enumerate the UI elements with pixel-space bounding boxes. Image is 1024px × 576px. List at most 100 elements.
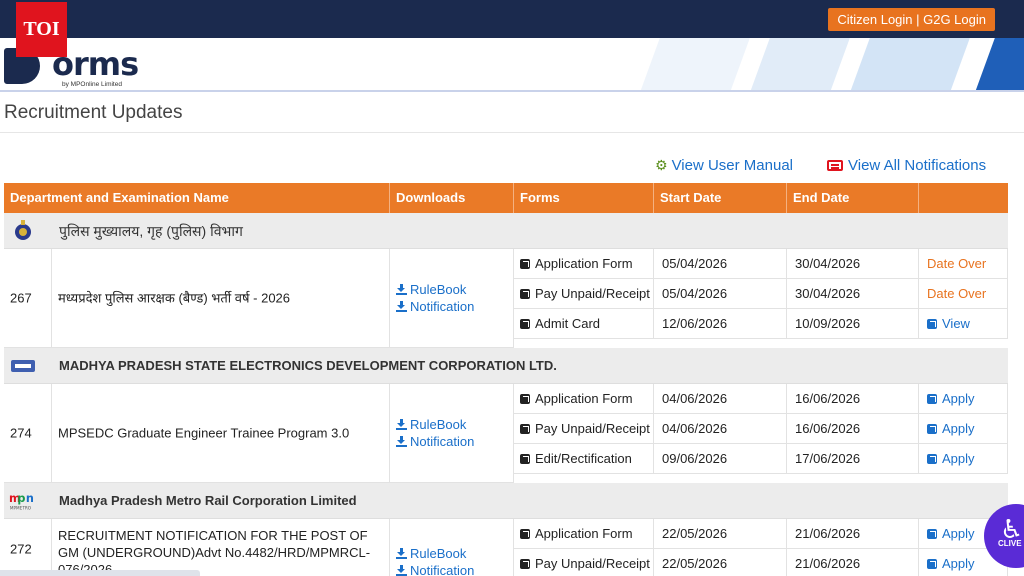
rulebook-label: RuleBook	[410, 417, 467, 432]
form-row: Pay Unpaid/Receipt 22/05/2026 21/06/2026…	[514, 549, 1008, 576]
form-link[interactable]: Application Form	[514, 249, 654, 279]
external-link-icon	[520, 454, 530, 464]
end-date: 30/04/2026	[787, 249, 919, 279]
view-all-notifications-label: View All Notifications	[848, 157, 987, 174]
form-row: Edit/Rectification 09/06/2026 17/06/2026…	[514, 444, 1008, 474]
banner-stripe	[850, 38, 970, 90]
table-header: Department and Examination Name Download…	[4, 183, 1008, 213]
view-all-notifications-link[interactable]: View All Notifications	[827, 157, 986, 177]
department-row: m p n MPMETRO Madhya Pradesh Metro Rail …	[4, 483, 1008, 519]
download-icon	[396, 419, 407, 430]
form-row: Application Form 22/05/2026 21/06/2026 A…	[514, 519, 1008, 549]
download-icon	[396, 565, 407, 576]
start-date: 05/04/2026	[654, 249, 787, 279]
exam-number: 267	[10, 290, 32, 306]
external-link-icon	[520, 289, 530, 299]
download-icon	[396, 436, 407, 447]
column-header-department: Department and Examination Name	[4, 183, 390, 213]
external-link-icon	[520, 529, 530, 539]
apply-button[interactable]: Apply	[919, 384, 1008, 414]
view-user-manual-link[interactable]: ⚙ View User Manual	[655, 157, 793, 177]
table-row: 272 RECRUITMENT NOTIFICATION FOR THE POS…	[4, 519, 1008, 576]
end-date: 21/06/2026	[787, 519, 919, 549]
start-date: 05/04/2026	[654, 279, 787, 309]
date-over-status: Date Over	[919, 249, 1008, 279]
external-link-icon	[520, 394, 530, 404]
police-emblem-icon	[8, 219, 38, 243]
metro-logo-icon: m p n MPMETRO	[8, 489, 38, 513]
external-link-icon	[927, 454, 937, 464]
apply-button[interactable]: Apply	[919, 444, 1008, 474]
form-link[interactable]: Pay Unpaid/Receipt	[514, 414, 654, 444]
rulebook-download-link[interactable]: RuleBook	[396, 416, 507, 433]
logo-subtitle: by MPOnline Limited	[62, 81, 122, 88]
column-header-downloads: Downloads	[390, 183, 514, 213]
form-row: Pay Unpaid/Receipt 04/06/2026 16/06/2026…	[514, 414, 1008, 444]
banner-stripe	[975, 38, 1024, 90]
end-date: 10/09/2026	[787, 309, 919, 339]
title-divider	[0, 132, 1024, 133]
start-date: 12/06/2026	[654, 309, 787, 339]
exam-name: RECRUITMENT NOTIFICATION FOR THE POST OF…	[58, 528, 371, 576]
form-link[interactable]: Application Form	[514, 519, 654, 549]
notification-card-icon	[827, 160, 843, 171]
banner-stripe	[750, 38, 850, 90]
department-row: MADHYA PRADESH STATE ELECTRONICS DEVELOP…	[4, 348, 1008, 384]
department-name: MADHYA PRADESH STATE ELECTRONICS DEVELOP…	[59, 358, 557, 373]
page-title: Recruitment Updates	[4, 102, 183, 123]
external-link-icon	[927, 559, 937, 569]
column-header-action	[919, 183, 1008, 213]
apply-button[interactable]: Apply	[919, 414, 1008, 444]
metro-logo-text: MPMETRO	[10, 505, 32, 510]
start-date: 04/06/2026	[654, 414, 787, 444]
toi-badge: TOI	[16, 2, 67, 57]
department-name: पुलिस मुख्यालय, गृह (पुलिस) विभाग	[59, 223, 243, 239]
download-icon	[396, 284, 407, 295]
form-link[interactable]: Edit/Rectification	[514, 444, 654, 474]
column-header-end-date: End Date	[787, 183, 919, 213]
form-link[interactable]: Pay Unpaid/Receipt	[514, 279, 654, 309]
start-date: 04/06/2026	[654, 384, 787, 414]
notification-download-link[interactable]: Notification	[396, 433, 507, 450]
form-link[interactable]: Pay Unpaid/Receipt	[514, 549, 654, 576]
browser-status-bar	[0, 570, 200, 576]
notification-label: Notification	[410, 563, 475, 576]
exam-number: 272	[10, 541, 32, 556]
notification-download-link[interactable]: Notification	[396, 562, 507, 576]
external-link-icon	[927, 529, 937, 539]
column-header-start-date: Start Date	[654, 183, 787, 213]
gears-icon: ⚙	[655, 157, 668, 173]
end-date: 16/06/2026	[787, 384, 919, 414]
exam-name: मध्यप्रदेश पुलिस आरक्षक (बैण्ड) भर्ती वर…	[58, 290, 291, 306]
exam-number: 274	[10, 425, 32, 441]
external-link-icon	[520, 319, 530, 329]
external-link-icon	[927, 394, 937, 404]
department-row: पुलिस मुख्यालय, गृह (पुलिस) विभाग	[4, 213, 1008, 249]
mpsedc-logo-icon	[8, 354, 38, 378]
rulebook-download-link[interactable]: RuleBook	[396, 281, 507, 298]
notification-download-link[interactable]: Notification	[396, 298, 507, 315]
site-banner: orms by MPOnline Limited	[0, 38, 1024, 92]
view-button[interactable]: View	[919, 309, 1008, 339]
start-date: 09/06/2026	[654, 444, 787, 474]
department-name: Madhya Pradesh Metro Rail Corporation Li…	[59, 493, 357, 508]
rulebook-label: RuleBook	[410, 546, 467, 561]
column-header-forms: Forms	[514, 183, 654, 213]
exam-name: MPSEDC Graduate Engineer Trainee Program…	[58, 425, 350, 441]
citizen-login-button[interactable]: Citizen Login | G2G Login	[828, 8, 995, 31]
form-link[interactable]: Admit Card	[514, 309, 654, 339]
end-date: 17/06/2026	[787, 444, 919, 474]
form-row: Application Form 04/06/2026 16/06/2026 A…	[514, 384, 1008, 414]
rulebook-download-link[interactable]: RuleBook	[396, 545, 507, 562]
svg-text:n: n	[26, 492, 34, 505]
external-link-icon	[520, 259, 530, 269]
form-link[interactable]: Application Form	[514, 384, 654, 414]
banner-stripe	[640, 38, 750, 90]
download-icon	[396, 548, 407, 559]
download-icon	[396, 301, 407, 312]
end-date: 16/06/2026	[787, 414, 919, 444]
external-link-icon	[927, 319, 937, 329]
notification-label: Notification	[410, 434, 475, 449]
external-link-icon	[927, 424, 937, 434]
notification-label: Notification	[410, 299, 475, 314]
